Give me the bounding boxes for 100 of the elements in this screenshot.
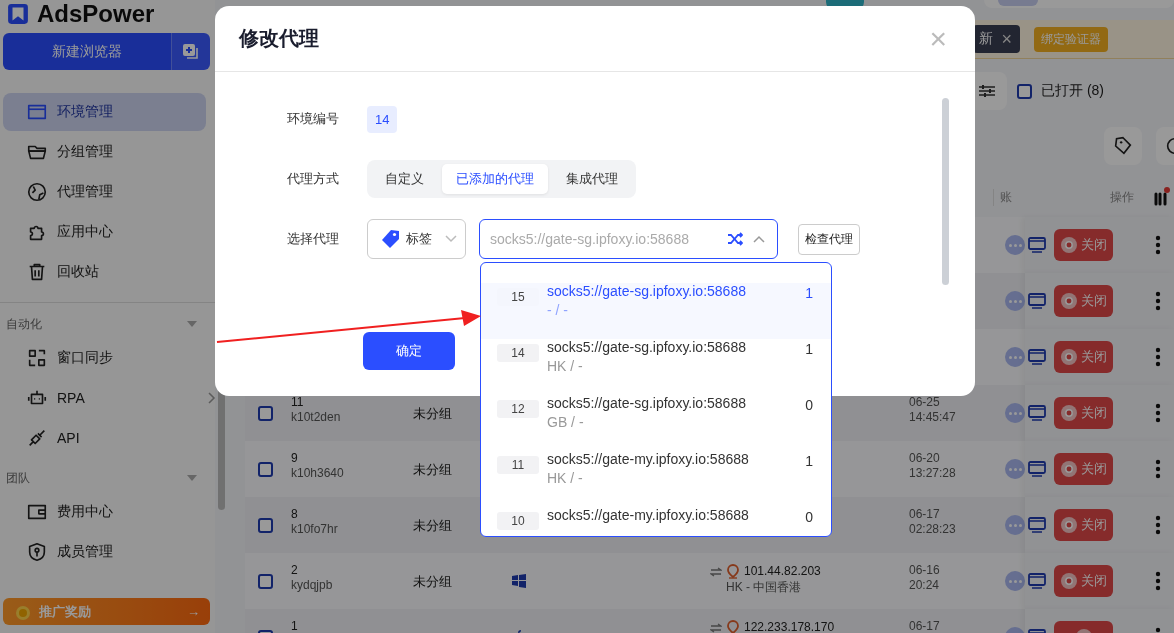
- group-cell: 未分组: [413, 573, 452, 589]
- kebab-menu-icon[interactable]: [1155, 459, 1161, 479]
- menu-icon: [26, 541, 48, 563]
- date-cell-text: 06-25: [909, 396, 941, 409]
- group-cell: 未分组: [413, 517, 452, 533]
- sidebar-item[interactable]: 回收站: [3, 253, 206, 291]
- proxy-option[interactable]: 14 socks5://gate-sg.ipfoxy.io:58688 HK / - 1: [481, 339, 831, 395]
- profile-name: k10fo7hr: [291, 523, 339, 536]
- sidebar-item[interactable]: RPA: [3, 379, 206, 417]
- proxy-option[interactable]: 11 socks5://gate-my.ipfoxy.io:58688 HK / - 1: [481, 451, 831, 507]
- date-cell-text: 06-16: [909, 564, 941, 577]
- check-proxy-button[interactable]: 检查代理: [798, 223, 860, 255]
- kebab-menu-icon[interactable]: [1155, 515, 1161, 535]
- windows-icon: [511, 574, 527, 588]
- batch-add-button[interactable]: [171, 33, 210, 70]
- close-browser-button[interactable]: 关闭: [1054, 453, 1113, 485]
- monitor-icon[interactable]: [1028, 349, 1046, 365]
- column-settings-icon[interactable]: [1154, 186, 1170, 208]
- time-cell-text: 20:24: [909, 579, 941, 592]
- close-browser-button[interactable]: 关闭: [1054, 285, 1113, 317]
- sidebar-item[interactable]: 代理管理: [3, 173, 206, 211]
- scrollbar[interactable]: [942, 98, 949, 285]
- date-cell-text: 06-17: [909, 508, 941, 521]
- confirm-button[interactable]: 确定: [363, 332, 455, 370]
- close-button[interactable]: ×: [1001, 28, 1012, 50]
- profile-number: 1: [291, 620, 299, 633]
- tag-dropdown[interactable]: 标签: [367, 219, 466, 259]
- shuffle-icon[interactable]: [727, 232, 743, 246]
- menu-icon: [26, 427, 48, 449]
- profile-number: 8: [291, 508, 299, 521]
- chevron-up-icon: [753, 235, 765, 243]
- monitor-icon[interactable]: [1028, 573, 1046, 589]
- time-cell-text: 13:27:28: [909, 467, 957, 480]
- time-cell-text: 02:28:23: [909, 523, 957, 536]
- segment-tab[interactable]: 已添加的代理: [442, 164, 548, 194]
- sidebar-item[interactable]: 分组管理: [3, 133, 206, 171]
- date-cell-text: 06-20: [909, 452, 941, 465]
- env-number-badge: 14: [367, 105, 398, 133]
- tag-icon: [380, 229, 400, 249]
- group-cell: 未分组: [413, 405, 452, 421]
- monitor-icon[interactable]: [1028, 293, 1046, 309]
- close-browser-button[interactable]: 关闭: [1054, 229, 1113, 261]
- new-browser-button[interactable]: 新建浏览器: [3, 33, 171, 70]
- close-browser-button[interactable]: 关闭: [1054, 509, 1113, 541]
- dialog-title: 修改代理: [239, 26, 319, 51]
- profile-number: 11: [291, 396, 305, 409]
- row-checkbox[interactable]: [257, 405, 273, 421]
- sliders-icon: [978, 84, 996, 98]
- proxy-option[interactable]: 10 socks5://gate-my.ipfoxy.io:58688 0: [481, 507, 831, 536]
- time-cell-text: 14:45:47: [909, 411, 957, 424]
- checkbox[interactable]: [1017, 83, 1032, 99]
- location-pin-icon: [727, 564, 739, 579]
- sidebar-item[interactable]: 环境管理: [3, 93, 206, 131]
- sidebar-item[interactable]: 应用中心: [3, 213, 206, 251]
- menu-icon: [26, 181, 48, 203]
- kebab-menu-icon[interactable]: [1155, 571, 1161, 591]
- filter-label: 已打开 (8): [1041, 82, 1104, 100]
- tag-icon: [1112, 135, 1134, 157]
- field-label: 代理方式: [287, 170, 340, 188]
- column-header: 账: [993, 188, 1025, 206]
- monitor-icon[interactable]: [1028, 461, 1046, 477]
- close-browser-button[interactable]: 关闭: [1054, 341, 1113, 373]
- proxy-option[interactable]: 12 socks5://gate-sg.ipfoxy.io:58688 GB / - 0: [481, 395, 831, 451]
- proxy-ip: 101.44.82.203: [744, 565, 821, 578]
- add-icon: [181, 41, 201, 62]
- profile-name: kydqjpb: [291, 579, 334, 592]
- section-title: 自动化: [6, 315, 42, 333]
- kebab-menu-icon[interactable]: [1155, 403, 1161, 423]
- swap-icon: [710, 622, 722, 633]
- chevron-down-icon: [445, 235, 457, 243]
- close-browser-button[interactable]: 关闭: [1054, 565, 1113, 597]
- tag-button[interactable]: [1104, 127, 1142, 165]
- monitor-icon[interactable]: [1028, 237, 1046, 253]
- field-label: 选择代理: [287, 230, 340, 248]
- row-checkbox[interactable]: [257, 573, 273, 589]
- proxy-select-field[interactable]: socks5://gate-sg.ipfoxy.io:58688: [479, 219, 778, 259]
- kebab-menu-icon[interactable]: [1155, 235, 1161, 255]
- proxy-location: HK - 中国香港: [725, 581, 803, 594]
- swap-icon: [710, 566, 722, 577]
- kebab-menu-icon[interactable]: [1155, 347, 1161, 367]
- sidebar-item[interactable]: 成员管理: [3, 533, 206, 571]
- proxy-ip: 122.233.178.170: [744, 621, 835, 633]
- proxy-option[interactable]: 15 socks5://gate-sg.ipfoxy.io:58688 - / - 1: [481, 283, 831, 339]
- date-cell-text: 06-17: [909, 620, 941, 633]
- sidebar-item[interactable]: API: [3, 419, 206, 457]
- monitor-icon[interactable]: [1028, 405, 1046, 421]
- field-label: 环境编号: [287, 110, 340, 128]
- profile-name: k10h3640: [291, 467, 345, 480]
- logo-icon: [7, 3, 29, 25]
- notice-tag: 新 ×: [973, 25, 1020, 53]
- segment-tab[interactable]: 集成代理: [552, 164, 632, 194]
- sidebar-item[interactable]: 窗口同步: [3, 339, 206, 377]
- sidebar-item[interactable]: 费用中心: [3, 493, 206, 531]
- close-browser-button[interactable]: 关闭: [1054, 397, 1113, 429]
- row-checkbox[interactable]: [257, 517, 273, 533]
- segment-tab[interactable]: 自定义: [371, 164, 438, 194]
- section-title: 团队: [6, 469, 30, 487]
- monitor-icon[interactable]: [1028, 517, 1046, 533]
- row-checkbox[interactable]: [257, 461, 273, 477]
- kebab-menu-icon[interactable]: [1155, 291, 1161, 311]
